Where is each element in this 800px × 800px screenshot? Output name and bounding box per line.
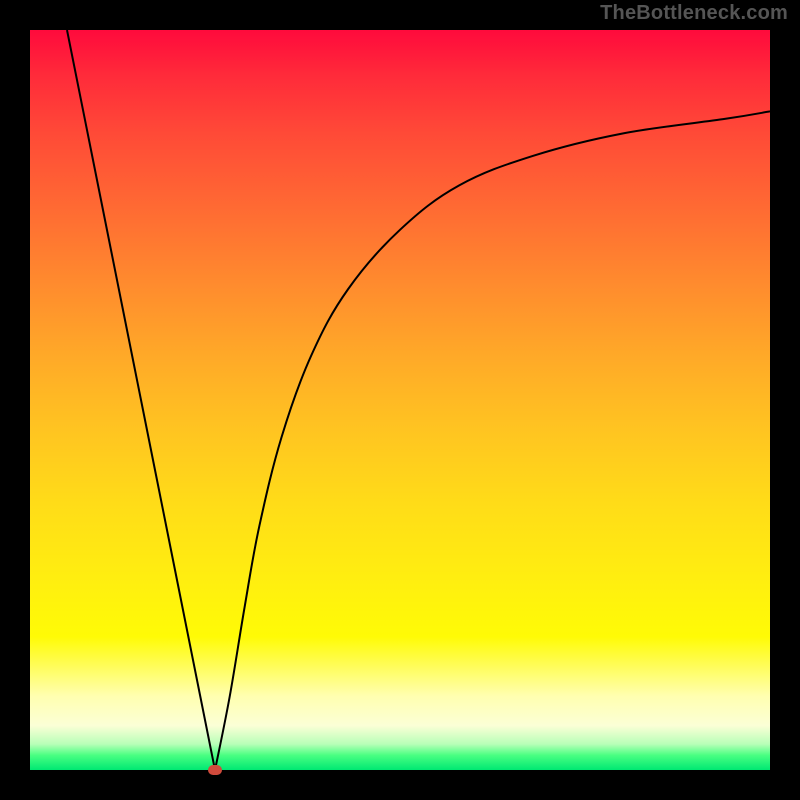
- chart-frame: TheBottleneck.com: [0, 0, 800, 800]
- minimum-marker: [208, 765, 222, 775]
- plot-area: [30, 30, 770, 770]
- bottleneck-curve: [30, 30, 770, 770]
- curve-path: [67, 30, 770, 770]
- watermark-text: TheBottleneck.com: [600, 2, 788, 25]
